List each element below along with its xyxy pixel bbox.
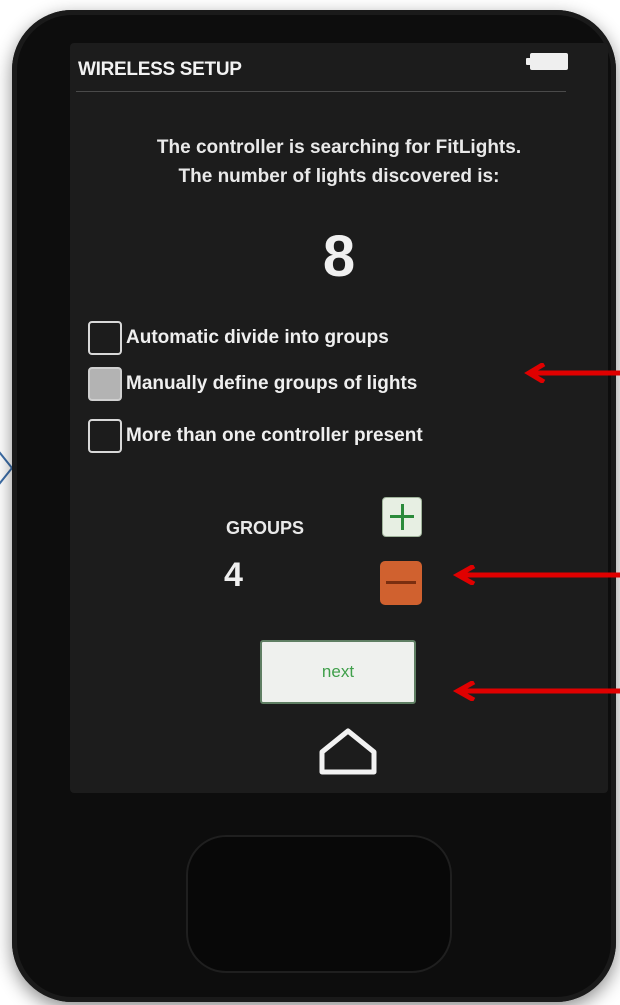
status-line-1: The controller is searching for FitLight… <box>156 137 522 158</box>
option-manual-groups[interactable]: Manually define groups of lights <box>88 365 417 403</box>
groups-value: 4 <box>224 556 243 594</box>
decrease-groups-button[interactable] <box>380 561 422 605</box>
annotation-arrow-icon <box>452 565 620 585</box>
status-line-2: The number of lights discovered is: <box>178 166 500 187</box>
home-icon[interactable] <box>316 726 380 776</box>
increase-groups-button[interactable] <box>382 497 422 537</box>
annotation-arrow-icon <box>524 363 620 383</box>
controller-device: WIRELESS SETUP The controller is searchi… <box>12 10 616 1002</box>
screen-header: WIRELESS SETUP <box>76 51 568 92</box>
annotation-arrow-icon <box>452 681 620 701</box>
option-multiple-controllers[interactable]: More than one controller present <box>88 417 423 455</box>
battery-icon <box>526 53 568 70</box>
option-automatic-divide[interactable]: Automatic divide into groups <box>88 319 389 357</box>
manual-groups-checkbox[interactable] <box>88 367 122 401</box>
option-label: More than one controller present <box>126 425 423 446</box>
search-status-message: The controller is searching for FitLight… <box>70 133 608 191</box>
page-title: WIRELESS SETUP <box>78 59 242 80</box>
stage: WIRELESS SETUP The controller is searchi… <box>0 0 620 1005</box>
option-label: Automatic divide into groups <box>126 327 389 348</box>
device-lower-panel <box>186 835 452 973</box>
discovered-lights-count: 8 <box>322 224 356 289</box>
option-label: Manually define groups of lights <box>126 373 418 394</box>
groups-label: GROUPS <box>226 518 305 538</box>
multiple-controllers-checkbox[interactable] <box>88 419 122 453</box>
automatic-divide-checkbox[interactable] <box>88 321 122 355</box>
next-button[interactable]: next <box>260 640 416 704</box>
